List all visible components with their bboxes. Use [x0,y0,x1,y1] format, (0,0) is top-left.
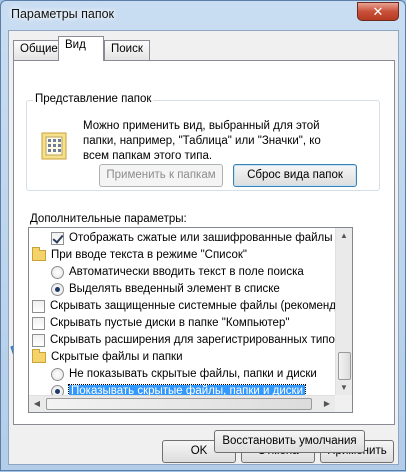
scroll-right-arrow-icon[interactable]: ▶ [319,396,335,412]
checkbox[interactable] [32,333,45,347]
list-item[interactable]: Отображать сжатые или зашифрованные файл… [51,230,353,246]
window-title: Параметры папок [11,7,115,21]
list-item-label: Автоматически вводить текст в поле поиск… [69,266,304,278]
reset-folders-button[interactable]: Сброс вида папок [233,164,357,187]
list-item[interactable]: Не показывать скрытые файлы, папки и дис… [51,366,352,382]
list-item-label: Выделять введенный элемент в списке [69,283,280,295]
scroll-up-arrow-icon[interactable]: ▲ [336,228,352,244]
list-item[interactable]: Скрывать защищенные системные файлы (рек… [32,298,352,314]
list-item-label: При вводе текста в режиме "Список" [51,249,247,261]
scroll-corner [335,395,352,412]
list-item: При вводе текста в режиме "Список" [32,246,352,263]
vertical-scrollbar[interactable]: ▲ ▼ [335,228,352,396]
checkbox[interactable] [32,316,45,330]
list-item[interactable]: Скрывать пустые диски в папке "Компьютер… [32,315,352,331]
advanced-settings-label: Дополнительные параметры: [30,213,187,225]
folder-views-legend: Представление папок [33,93,154,105]
list-item[interactable]: Автоматически вводить текст в поле поиск… [51,264,352,280]
dialog-client-area: Общие Вид Поиск Представление папок Можн… [8,30,399,465]
advanced-settings-tree[interactable]: Отображать сжатые или зашифрованные файл… [28,227,353,413]
folder-views-description: Можно применить вид, выбранный для этой … [83,120,321,162]
checkbox[interactable] [32,299,45,313]
list-item-label: Скрытые файлы и папки [51,351,183,363]
list-item-label: Скрывать пустые диски в папке "Компьютер… [50,317,290,329]
apply-to-folders-button[interactable]: Применить к папкам [99,164,223,187]
scroll-left-arrow-icon[interactable]: ◀ [29,396,45,412]
tab-search[interactable]: Поиск [104,40,150,60]
list-item-label: Скрывать защищенные системные файлы (рек… [50,300,353,312]
radio-button[interactable] [51,265,64,279]
folder-icon [32,246,46,261]
radio-button[interactable] [51,282,64,296]
list-item-label: Не показывать скрытые файлы, папки и дис… [69,368,317,380]
folder-icon [32,348,46,363]
list-item-label: Скрывать расширения для зарегистрированн… [50,334,353,346]
close-button[interactable]: ✕ [357,2,399,21]
radio-button[interactable] [51,367,64,381]
folder-options-window: Параметры папок ✕ Общие Вид Поиск Предст… [0,0,406,471]
folder-views-group: Представление папок Можно применить вид,… [26,93,380,191]
list-item-label: Отображать сжатые или зашифрованные файл… [69,232,353,244]
list-item[interactable]: Скрывать расширения для зарегистрированн… [32,332,352,348]
restore-defaults-button[interactable]: Восстановить умолчания [214,430,365,453]
vertical-scroll-thumb[interactable] [338,352,351,380]
title-bar[interactable]: Параметры папок ✕ [1,1,405,29]
list-item: Скрытые файлы и папки [32,348,352,365]
tab-view[interactable]: Вид [58,36,104,61]
checkbox[interactable] [51,231,64,245]
scroll-down-arrow-icon[interactable]: ▼ [336,380,352,396]
folder-view-icon [41,132,67,160]
horizontal-scrollbar[interactable]: ◀ ▶ [29,395,335,412]
view-tab-panel: Представление папок Можно применить вид,… [13,60,395,453]
list-item[interactable]: Выделять введенный элемент в списке [51,281,352,297]
horizontal-scroll-thumb[interactable] [46,398,312,410]
